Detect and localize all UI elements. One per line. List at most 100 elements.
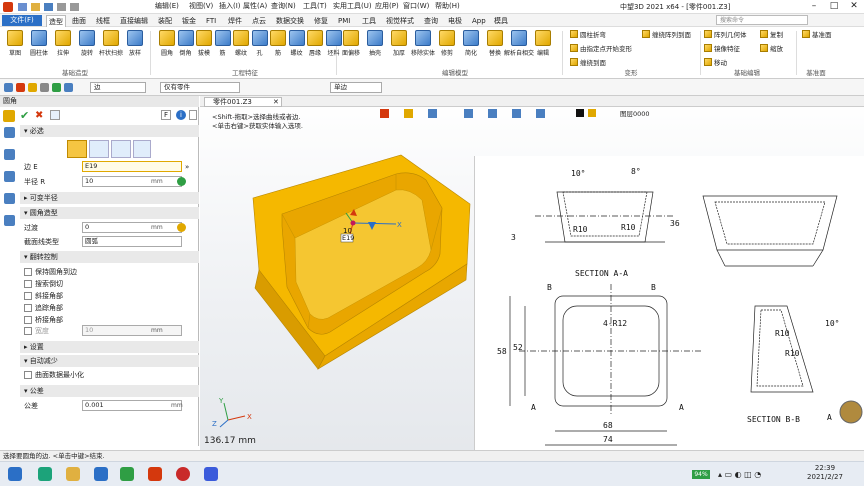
tab-6[interactable]: FTI [204, 15, 218, 27]
view-cube-icon[interactable] [464, 109, 473, 118]
transition-options-icon[interactable] [177, 223, 186, 232]
section-tolerance[interactable]: ▾ 公差 [20, 385, 199, 397]
fillet-type-constant-icon[interactable] [67, 140, 87, 158]
ribbon-button-base_buttons-2[interactable]: 拉伸 [52, 30, 74, 64]
tab-13[interactable]: 视觉样式 [384, 15, 416, 27]
solid-icon[interactable] [64, 83, 73, 92]
menu-item-5[interactable]: 工具(T) [300, 1, 330, 12]
curve-icon[interactable] [40, 83, 49, 92]
tab-11[interactable]: PMI [336, 15, 352, 27]
menu-item-9[interactable]: 帮助(H) [432, 1, 463, 12]
menu-item-6[interactable]: 实用工具(U) [330, 1, 375, 12]
overflow-checkbox[interactable] [24, 268, 32, 276]
menu-item-1[interactable]: 视图(V) [186, 1, 216, 12]
save-icon[interactable] [44, 3, 53, 11]
transition-input[interactable]: 0 mm [82, 222, 182, 233]
color-icon[interactable] [576, 109, 584, 117]
menu-item-7[interactable]: 应用(P) [372, 1, 402, 12]
edge-mode-select[interactable]: 单边 [330, 82, 382, 93]
fillet-type-chord-icon[interactable] [89, 140, 109, 158]
open-file-icon[interactable] [31, 3, 40, 11]
width-checkbox[interactable] [24, 327, 32, 335]
file-menu[interactable]: 文件(F) [2, 15, 42, 26]
minimize-button[interactable]: – [804, 0, 824, 14]
section-auto-reduce[interactable]: ▾ 自动减少 [20, 355, 199, 367]
menu-item-3[interactable]: 属性(A) [240, 1, 270, 12]
tab-10[interactable]: 修复 [312, 15, 330, 27]
ribbon-button-base_buttons-0[interactable]: 草图 [4, 30, 26, 64]
datum-plane-tool[interactable]: 基准面 [802, 30, 832, 40]
menu-item-4[interactable]: 查询(N) [268, 1, 299, 12]
tab-3[interactable]: 直接编辑 [118, 15, 150, 27]
tab-14[interactable]: 查询 [422, 15, 440, 27]
chat-icon[interactable] [120, 467, 134, 481]
section-type-select[interactable]: 圆弧 [82, 236, 182, 247]
material-icon[interactable] [588, 109, 596, 117]
ribbon-button-edit_buttons-6[interactable]: 替换 [484, 30, 506, 64]
section-view-icon[interactable] [512, 109, 521, 118]
avatar[interactable] [839, 400, 863, 424]
fillet-type-face-icon[interactable] [111, 140, 131, 158]
tab-7[interactable]: 焊件 [226, 15, 244, 27]
tab-4[interactable]: 装配 [156, 15, 174, 27]
radius-options-icon[interactable] [177, 177, 186, 186]
tab-12[interactable]: 工具 [360, 15, 378, 27]
mirror-tool[interactable]: 镜像特征 [704, 44, 747, 54]
part-filter-select[interactable]: 仅有零件 [160, 82, 240, 93]
overflow-checkbox[interactable] [24, 292, 32, 300]
wrap-pattern-tool[interactable]: 缠绕阵列到面 [642, 30, 691, 40]
search-input[interactable]: 搜索命令 [716, 15, 808, 25]
point-icon[interactable] [28, 83, 37, 92]
render-icon[interactable] [380, 109, 389, 118]
tab-16[interactable]: App [470, 15, 488, 27]
tab-0[interactable]: 造型 [46, 15, 66, 27]
overflow-checkbox[interactable] [24, 280, 32, 288]
tab-17[interactable]: 模具 [492, 15, 510, 27]
maximize-button[interactable]: □ [824, 0, 844, 14]
section-fillet-shape[interactable]: ▾ 圆角造型 [20, 207, 199, 219]
history-icon[interactable] [4, 127, 15, 138]
clock[interactable]: 22:39 2021/2/27 [790, 464, 860, 482]
fillet-type-full-icon[interactable] [133, 140, 151, 158]
expand-icon[interactable]: » [185, 161, 189, 173]
new-file-icon[interactable] [18, 3, 27, 11]
face-icon[interactable] [52, 83, 61, 92]
ribbon-button-edit_buttons-7[interactable]: 解析自相交 [504, 30, 534, 64]
ribbon-button-base_buttons-3[interactable]: 旋转 [76, 30, 98, 64]
ribbon-button-edit_buttons-3[interactable]: 移除实体 [411, 30, 435, 64]
tab-2[interactable]: 线框 [94, 15, 112, 27]
app-icon[interactable] [94, 467, 108, 481]
menu-item-0[interactable]: 编辑(E) [152, 1, 182, 12]
ribbon-button-base_buttons-1[interactable]: 圆柱体 [28, 30, 50, 64]
pick-icon[interactable] [16, 83, 25, 92]
undo-icon[interactable] [57, 3, 66, 11]
info-icon[interactable]: i [176, 110, 186, 120]
tray-icons[interactable]: ▴ ▭ ◐ ◫ ◔ [718, 470, 761, 479]
section-variable-radius[interactable]: ▸ 可变半径 [20, 192, 199, 204]
copy-tool[interactable]: 复制 [760, 30, 783, 40]
record-icon[interactable] [176, 467, 190, 481]
section-settings[interactable]: ▸ 设置 [20, 341, 199, 353]
layer-select[interactable]: 图层0000 [620, 108, 650, 118]
pattern-tool[interactable]: 阵列几何体 [704, 30, 747, 40]
ribbon-button-edit_buttons-5[interactable]: 简化 [460, 30, 482, 64]
overflow-checkbox[interactable] [24, 304, 32, 312]
shade-icon[interactable] [404, 109, 413, 118]
close-tab-icon[interactable]: ✕ [273, 98, 279, 106]
display-icon[interactable] [536, 109, 545, 118]
history-button[interactable]: F [161, 110, 171, 120]
zoom-icon[interactable] [488, 109, 497, 118]
cancel-button[interactable]: ✖ [35, 110, 47, 122]
ribbon-button-base_buttons-5[interactable]: 放样 [124, 30, 146, 64]
model-canvas[interactable]: 10 E19 X X Y Z [200, 130, 480, 450]
select-icon[interactable] [4, 83, 13, 92]
section-required[interactable]: ▾ 必选 [20, 125, 199, 137]
tab-1[interactable]: 曲面 [70, 15, 88, 27]
panel-menu-icon[interactable] [189, 110, 197, 120]
ribbon-button-edit_buttons-8[interactable]: 编辑 [532, 30, 554, 64]
ribbon-button-base_buttons-4[interactable]: 杆状扫掠 [99, 30, 123, 64]
view-manager-icon[interactable] [4, 193, 15, 204]
deform-from-point-tool[interactable]: 由指定点开始变形 [570, 44, 632, 54]
edge-point-icon[interactable] [350, 220, 356, 226]
tree-icon[interactable] [4, 149, 15, 160]
